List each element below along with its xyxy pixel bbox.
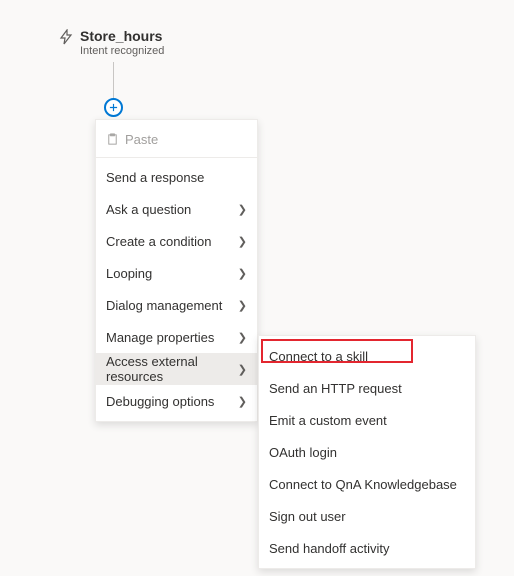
- menu-separator: [96, 157, 257, 158]
- submenu-item-send-http[interactable]: Send an HTTP request: [259, 372, 475, 404]
- trigger-subtitle: Intent recognized: [80, 45, 164, 57]
- paste-item: Paste: [96, 124, 257, 154]
- trigger-node[interactable]: Store_hours Intent recognized: [58, 28, 164, 57]
- submenu-item-send-handoff[interactable]: Send handoff activity: [259, 532, 475, 564]
- trigger-text: Store_hours Intent recognized: [80, 28, 164, 57]
- paste-icon: [106, 133, 119, 146]
- chevron-right-icon: ❯: [238, 299, 247, 312]
- menu-item-manage-properties[interactable]: Manage properties ❯: [96, 321, 257, 353]
- menu-item-dialog-management[interactable]: Dialog management ❯: [96, 289, 257, 321]
- submenu-access-external-resources: Connect to a skill Send an HTTP request …: [258, 335, 476, 569]
- menu-item-debugging-options[interactable]: Debugging options ❯: [96, 385, 257, 417]
- lightning-icon: [58, 29, 74, 45]
- paste-label: Paste: [125, 132, 158, 147]
- chevron-right-icon: ❯: [238, 203, 247, 216]
- submenu-item-emit-event[interactable]: Emit a custom event: [259, 404, 475, 436]
- chevron-right-icon: ❯: [238, 395, 247, 408]
- action-menu: Paste Send a response Ask a question ❯ C…: [95, 119, 258, 422]
- plus-icon: [109, 103, 118, 112]
- trigger-title: Store_hours: [80, 28, 164, 44]
- chevron-right-icon: ❯: [238, 267, 247, 280]
- menu-item-looping[interactable]: Looping ❯: [96, 257, 257, 289]
- submenu-item-connect-skill[interactable]: Connect to a skill: [259, 340, 475, 372]
- connector-line: [113, 62, 114, 98]
- submenu-item-oauth-login[interactable]: OAuth login: [259, 436, 475, 468]
- add-action-button[interactable]: [104, 98, 123, 117]
- submenu-item-connect-qna[interactable]: Connect to QnA Knowledgebase: [259, 468, 475, 500]
- menu-item-ask-question[interactable]: Ask a question ❯: [96, 193, 257, 225]
- submenu-item-sign-out[interactable]: Sign out user: [259, 500, 475, 532]
- menu-item-create-condition[interactable]: Create a condition ❯: [96, 225, 257, 257]
- menu-item-access-external-resources[interactable]: Access external resources ❯: [96, 353, 257, 385]
- menu-item-send-response[interactable]: Send a response: [96, 161, 257, 193]
- chevron-right-icon: ❯: [238, 331, 247, 344]
- chevron-right-icon: ❯: [238, 363, 247, 376]
- chevron-right-icon: ❯: [238, 235, 247, 248]
